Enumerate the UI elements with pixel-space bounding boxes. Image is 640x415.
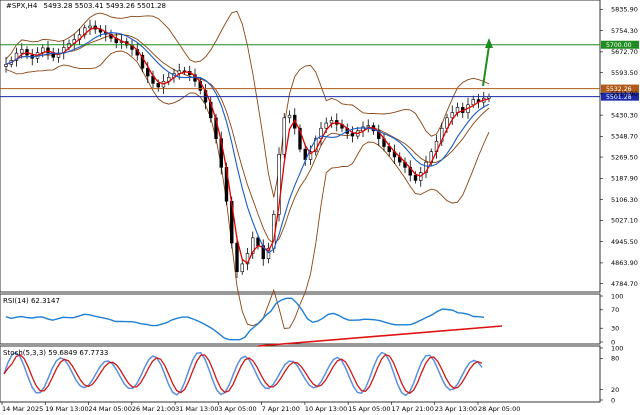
y-tick-label: 4863.90 bbox=[611, 259, 638, 267]
y-tick-label: 5511.90 bbox=[611, 90, 638, 98]
y-tick-label: 5348.70 bbox=[611, 133, 638, 141]
x-tick-label: 28 Apr 05:00 bbox=[478, 405, 520, 413]
rsi-panel bbox=[0, 293, 601, 345]
symbol-label: #SPX,H4 bbox=[6, 2, 38, 10]
stoch-tick-label: 20 bbox=[611, 386, 619, 394]
candle-body bbox=[235, 242, 239, 273]
x-tick-label: 17 Apr 21:00 bbox=[391, 405, 433, 413]
y-tick-label: 5430.30 bbox=[611, 111, 638, 119]
candle-body bbox=[156, 83, 160, 88]
y-tick-label: 5187.90 bbox=[611, 175, 638, 183]
candle-body bbox=[20, 49, 24, 54]
y-tick-label: 5672.70 bbox=[611, 48, 638, 56]
chart-title: #SPX,H4 5493.28 5503.41 5493.26 5501.28 bbox=[6, 2, 166, 10]
candle-body bbox=[413, 174, 418, 181]
y-tick-label: 5106.30 bbox=[611, 196, 638, 204]
y-tick-label: 5835.90 bbox=[611, 6, 638, 14]
y-tick-label: 5754.30 bbox=[611, 27, 638, 35]
rsi-label: RSI(14) 62.3147 bbox=[3, 297, 60, 305]
stoch-tick-label: 80 bbox=[611, 355, 619, 363]
y-tick-label: 5269.50 bbox=[611, 153, 638, 161]
x-tick-label: 26 Mar 21:00 bbox=[132, 405, 175, 413]
candle-body bbox=[471, 99, 475, 106]
x-tick-label: 15 Apr 05:00 bbox=[348, 405, 390, 413]
x-tick-label: 31 Mar 13:00 bbox=[175, 405, 218, 413]
rsi-tick-label: 100 bbox=[611, 292, 623, 300]
candle-body bbox=[350, 133, 355, 137]
x-tick-label: 7 Apr 21:00 bbox=[262, 405, 300, 413]
rsi-tick-label: 30 bbox=[611, 325, 619, 333]
price-chart[interactable]: 5700.005532.265501.28 5835.905754.305672… bbox=[0, 0, 640, 415]
y-tick-label: 4784.70 bbox=[611, 280, 638, 288]
x-tick-label: 14 Mar 2025 bbox=[2, 405, 43, 413]
y-tick-label: 5027.10 bbox=[611, 217, 638, 225]
candle-body bbox=[88, 25, 92, 29]
stoch-tick-label: 100 bbox=[611, 344, 623, 352]
x-tick-label: 10 Apr 13:00 bbox=[305, 405, 347, 413]
candle-body bbox=[324, 122, 328, 129]
candle-body bbox=[282, 117, 286, 155]
ohlc-values: 5493.28 5503.41 5493.26 5501.28 bbox=[44, 2, 166, 10]
y-tick-label: 5593.50 bbox=[611, 69, 638, 77]
candle-body bbox=[366, 125, 370, 128]
rsi-tick-label: 70 bbox=[611, 306, 619, 314]
x-tick-label: 3 Apr 05:00 bbox=[218, 405, 256, 413]
x-tick-label: 24 Mar 05:00 bbox=[89, 405, 132, 413]
candle-body bbox=[240, 263, 244, 273]
candle-body bbox=[450, 112, 454, 119]
candle-body bbox=[287, 114, 292, 119]
candle-body bbox=[329, 120, 334, 124]
stoch-label: Stoch(5,3,3) 59.6849 67.7733 bbox=[3, 349, 108, 357]
y-tick-label: 4945.50 bbox=[611, 238, 638, 246]
stoch-tick-label: 0 bbox=[611, 396, 615, 404]
candle-body bbox=[256, 237, 260, 246]
x-tick-label: 19 Mar 13:00 bbox=[45, 405, 88, 413]
x-tick-label: 23 Apr 13:00 bbox=[435, 405, 477, 413]
